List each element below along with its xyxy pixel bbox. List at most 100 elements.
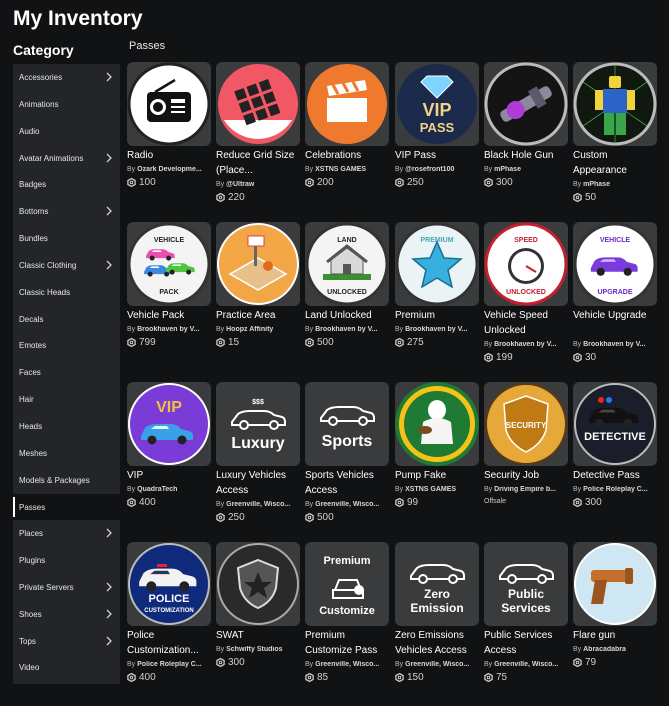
item-name[interactable]: Sports Vehicles Access — [305, 468, 391, 498]
item-name[interactable]: Reduce Grid Size (Place... — [216, 148, 302, 178]
item-card[interactable]: Flare gun By Abracadabra 79 — [573, 542, 659, 697]
item-thumbnail[interactable]: DETECTIVE — [573, 382, 657, 466]
item-creator[interactable]: By mPhase — [484, 166, 570, 173]
sidebar-item-faces[interactable]: Faces — [13, 359, 120, 385]
sidebar-item-decals[interactable]: Decals — [13, 306, 120, 332]
item-thumbnail[interactable]: SPEED UNLOCKED — [484, 222, 568, 306]
item-creator[interactable]: By Greenville, Wisco... — [395, 661, 481, 668]
item-card[interactable]: Practice Area By Hoopz Affinity 15 — [216, 222, 302, 377]
item-thumbnail[interactable]: SECURITY — [484, 382, 568, 466]
item-card[interactable]: Sports Sports Vehicles Access By Greenvill… — [305, 382, 391, 537]
item-thumbnail[interactable] — [305, 62, 389, 146]
sidebar-item-hair[interactable]: Hair — [13, 386, 120, 412]
item-card[interactable]: VIP VIP By QuadraTech 400 — [127, 382, 213, 537]
sidebar-item-tops[interactable]: Tops — [13, 628, 120, 654]
item-card[interactable]: Radio By Ozark Developme... 100 — [127, 62, 213, 217]
item-thumbnail[interactable]: $$$ Luxury — [216, 382, 300, 466]
item-name[interactable]: VIP — [127, 468, 213, 483]
sidebar-item-badges[interactable]: Badges — [13, 171, 120, 197]
item-card[interactable]: VIP PASS VIP Pass By @rosefront100 250 — [395, 62, 481, 217]
item-name[interactable]: Black Hole Gun — [484, 148, 570, 163]
item-creator[interactable]: By Brookhaven by V... — [395, 326, 481, 333]
item-creator[interactable]: By @Ultraw — [216, 181, 302, 188]
item-card[interactable]: Black Hole Gun By mPhase 300 — [484, 62, 570, 217]
item-name[interactable]: Pump Fake — [395, 468, 481, 483]
item-creator[interactable]: By XSTNS GAMES — [395, 486, 481, 493]
item-card[interactable]: SWAT By Schwifty Studios 300 — [216, 542, 302, 697]
sidebar-item-audio[interactable]: Audio — [13, 118, 120, 144]
item-thumbnail[interactable]: PREMIUM — [395, 222, 479, 306]
sidebar-item-passes[interactable]: Passes — [13, 494, 120, 520]
item-name[interactable]: Luxury Vehicles Access — [216, 468, 302, 498]
item-card[interactable]: Public Services Public Services Access By G… — [484, 542, 570, 697]
item-creator[interactable]: By XSTNS GAMES — [305, 166, 391, 173]
item-thumbnail[interactable]: Zero Emission — [395, 542, 479, 626]
item-creator[interactable]: By Brookhaven by V... — [127, 326, 213, 333]
sidebar-item-models-packages[interactable]: Models & Packages — [13, 467, 120, 493]
item-thumbnail[interactable] — [216, 62, 300, 146]
item-name[interactable]: Security Job — [484, 468, 570, 483]
item-creator[interactable]: By Police Roleplay C... — [127, 661, 213, 668]
sidebar-item-video[interactable]: Video — [13, 654, 120, 680]
item-name[interactable]: Vehicle Pack — [127, 308, 213, 323]
item-thumbnail[interactable]: VIP PASS — [395, 62, 479, 146]
item-name[interactable]: Vehicle Speed Unlocked — [484, 308, 570, 338]
item-thumbnail[interactable] — [484, 62, 568, 146]
item-name[interactable]: Detective Pass — [573, 468, 659, 483]
item-thumbnail[interactable]: Sports — [305, 382, 389, 466]
item-creator[interactable]: By Greenville, Wisco... — [484, 661, 570, 668]
item-card[interactable]: Zero Emission Zero Emissions Vehicles Acce… — [395, 542, 481, 697]
item-creator[interactable]: By Ozark Developme... — [127, 166, 213, 173]
item-card[interactable]: VEHICLE PACK Vehicle Pack By Brookhaven by… — [127, 222, 213, 377]
item-creator[interactable]: By Brookhaven by V... — [305, 326, 391, 333]
item-creator[interactable]: By Abracadabra — [573, 646, 659, 653]
item-thumbnail[interactable] — [573, 62, 657, 146]
item-thumbnail[interactable]: Public Services — [484, 542, 568, 626]
sidebar-item-bundles[interactable]: Bundles — [13, 225, 120, 251]
item-card[interactable]: Celebrations By XSTNS GAMES 200 — [305, 62, 391, 217]
item-creator[interactable]: By QuadraTech — [127, 486, 213, 493]
item-card[interactable]: POLICE CUSTOMIZATION Police Customization.… — [127, 542, 213, 697]
sidebar-item-shoes[interactable]: Shoes — [13, 601, 120, 627]
item-name[interactable]: Premium Customize Pass — [305, 628, 391, 658]
item-creator[interactable]: By Greenville, Wisco... — [305, 661, 391, 668]
item-name[interactable]: Police Customization... — [127, 628, 213, 658]
item-card[interactable]: SECURITY Security Job By Driving Empire b.… — [484, 382, 570, 537]
item-creator[interactable]: By Police Roleplay C... — [573, 486, 659, 493]
item-card[interactable]: LAND UNLOCKED Land Unlocked By Brookhaven … — [305, 222, 391, 377]
item-name[interactable]: Premium — [395, 308, 481, 323]
sidebar-item-emotes[interactable]: Emotes — [13, 332, 120, 358]
item-creator[interactable]: By Greenville, Wisco... — [216, 501, 302, 508]
item-thumbnail[interactable]: VEHICLE UPGRADE — [573, 222, 657, 306]
item-name[interactable]: VIP Pass — [395, 148, 481, 163]
item-creator[interactable]: By Brookhaven by V... — [484, 341, 570, 348]
item-thumbnail[interactable]: VIP — [127, 382, 211, 466]
item-name[interactable]: Practice Area — [216, 308, 302, 323]
item-card[interactable]: Reduce Grid Size (Place... By @Ultraw 220 — [216, 62, 302, 217]
item-card[interactable]: SPEED UNLOCKED Vehicle Speed Unlocked By B… — [484, 222, 570, 377]
sidebar-item-avatar-animations[interactable]: Avatar Animations — [13, 145, 120, 171]
item-creator[interactable]: By @rosefront100 — [395, 166, 481, 173]
item-creator[interactable]: By Hoopz Affinity — [216, 326, 302, 333]
sidebar-item-meshes[interactable]: Meshes — [13, 440, 120, 466]
item-name[interactable]: Zero Emissions Vehicles Access — [395, 628, 481, 658]
item-thumbnail[interactable] — [573, 542, 657, 626]
item-card[interactable]: $$$ Luxury Luxury Vehicles Access By Green… — [216, 382, 302, 537]
item-thumbnail[interactable]: VEHICLE PACK — [127, 222, 211, 306]
item-thumbnail[interactable] — [395, 382, 479, 466]
item-creator[interactable]: By Schwifty Studios — [216, 646, 302, 653]
item-thumbnail[interactable]: LAND UNLOCKED — [305, 222, 389, 306]
item-name[interactable]: Vehicle Upgrade — [573, 308, 659, 323]
item-name[interactable]: Custom Appearance — [573, 148, 659, 178]
item-name[interactable]: Public Services Access — [484, 628, 570, 658]
item-name[interactable]: SWAT — [216, 628, 302, 643]
sidebar-item-places[interactable]: Places — [13, 520, 120, 546]
sidebar-item-plugins[interactable]: Plugins — [13, 547, 120, 573]
sidebar-item-animations[interactable]: Animations — [13, 91, 120, 117]
item-name[interactable]: Land Unlocked — [305, 308, 391, 323]
item-card[interactable]: DETECTIVE Detective Pass By Police Rolepla… — [573, 382, 659, 537]
sidebar-item-bottoms[interactable]: Bottoms — [13, 198, 120, 224]
item-creator[interactable]: By mPhase — [573, 181, 659, 188]
item-thumbnail[interactable] — [216, 542, 300, 626]
item-card[interactable]: Premium Customize Premium Customize Pass B… — [305, 542, 391, 697]
